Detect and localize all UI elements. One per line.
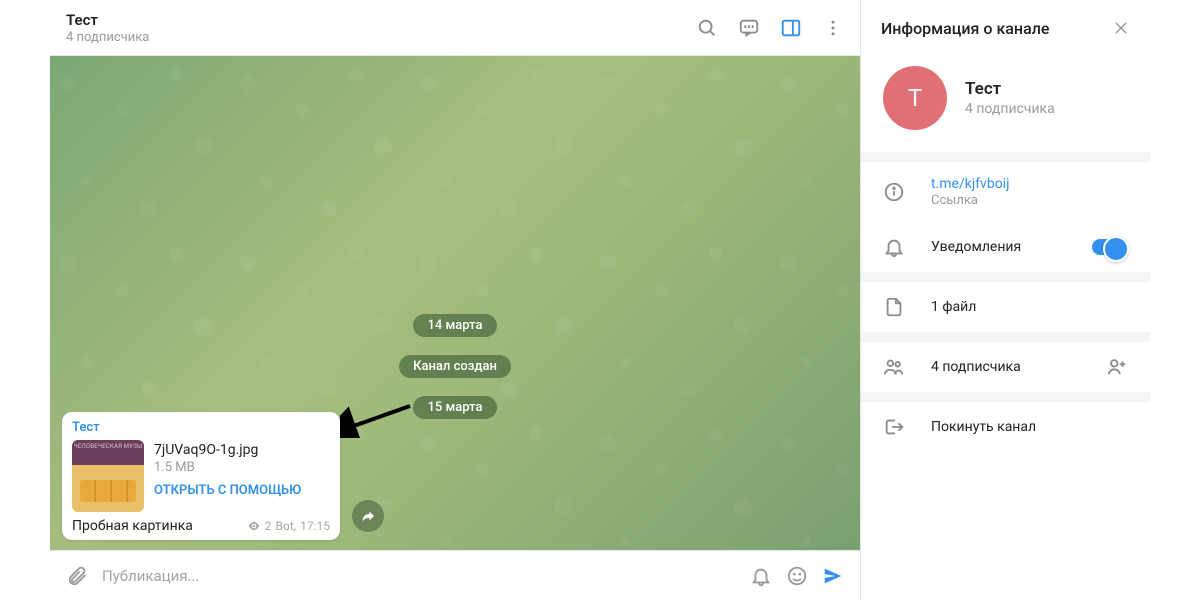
notifications-row[interactable]: Уведомления [861, 222, 1150, 272]
file-size: 1.5 MB [154, 460, 330, 475]
bell-icon [883, 236, 905, 258]
message-caption: Пробная картинка [72, 518, 239, 534]
sidebar-header: Информация о канале [861, 0, 1150, 56]
chat-header-info[interactable]: Тест 4 подписчика [66, 11, 696, 45]
leave-row[interactable]: Покинуть канал [861, 402, 1150, 452]
date-separator: 15 марта [413, 396, 496, 419]
comment-icon[interactable] [738, 17, 760, 39]
file-thumbnail[interactable] [72, 440, 144, 512]
forward-button[interactable] [352, 500, 384, 532]
send-button[interactable] [822, 565, 844, 587]
chat-subtitle: 4 подписчика [66, 30, 696, 45]
close-icon[interactable] [1112, 19, 1130, 37]
leave-label: Покинуть канал [931, 419, 1128, 435]
emoji-icon[interactable] [786, 565, 808, 587]
profile-name: Тест [965, 79, 1055, 99]
info-icon [883, 181, 905, 203]
message-time: 17:15 [300, 519, 330, 533]
message-views: 2 [265, 519, 272, 533]
add-user-icon[interactable] [1106, 356, 1128, 378]
more-icon[interactable] [822, 17, 844, 39]
notifications-toggle[interactable] [1092, 239, 1128, 255]
notifications-label: Уведомления [931, 239, 1066, 255]
service-message: Канал создан [399, 355, 511, 378]
annotation-arrow [340, 398, 420, 438]
message-bubble[interactable]: Тест 7jUVaq9O-1g.jpg 1.5 MB ОТКРЫТЬ С ПО… [62, 412, 340, 540]
message-sender[interactable]: Тест [72, 420, 330, 435]
file-name: 7jUVaq9O-1g.jpg [154, 442, 330, 458]
link-row[interactable]: t.me/kjfvboij Ссылка [861, 162, 1150, 222]
message-input[interactable] [102, 567, 736, 585]
message-author: Bot, [276, 519, 297, 533]
files-row[interactable]: 1 файл [861, 282, 1150, 332]
views-icon [247, 519, 261, 533]
composer [50, 550, 860, 600]
chat-body: 14 марта Канал создан 15 марта Тест 7jUV… [50, 56, 860, 550]
message-meta: 2 Bot, 17:15 [247, 519, 330, 533]
sidebar-title: Информация о канале [881, 19, 1112, 38]
subscribers-label: 4 подписчика [931, 359, 1080, 375]
sidebar-toggle-icon[interactable] [780, 17, 802, 39]
sidebar-profile[interactable]: Т Тест 4 подписчика [861, 56, 1150, 152]
chat-header: Тест 4 подписчика [50, 0, 860, 56]
date-separator: 14 марта [413, 314, 496, 337]
bell-icon[interactable] [750, 565, 772, 587]
search-icon[interactable] [696, 17, 718, 39]
open-with-button[interactable]: ОТКРЫТЬ С ПОМОЩЬЮ [154, 483, 330, 498]
leave-icon [883, 416, 905, 438]
subscribers-row[interactable]: 4 подписчика [861, 342, 1150, 392]
channel-link: t.me/kjfvboij [931, 176, 1128, 192]
files-label: 1 файл [931, 299, 1128, 315]
chat-title: Тест [66, 11, 696, 29]
avatar: Т [883, 66, 947, 130]
profile-subtitle: 4 подписчика [965, 101, 1055, 117]
attach-icon[interactable] [66, 565, 88, 587]
people-icon [883, 356, 905, 378]
file-icon [883, 296, 905, 318]
info-sidebar: Информация о канале Т Тест 4 подписчика … [860, 0, 1150, 600]
link-label: Ссылка [931, 193, 1128, 208]
